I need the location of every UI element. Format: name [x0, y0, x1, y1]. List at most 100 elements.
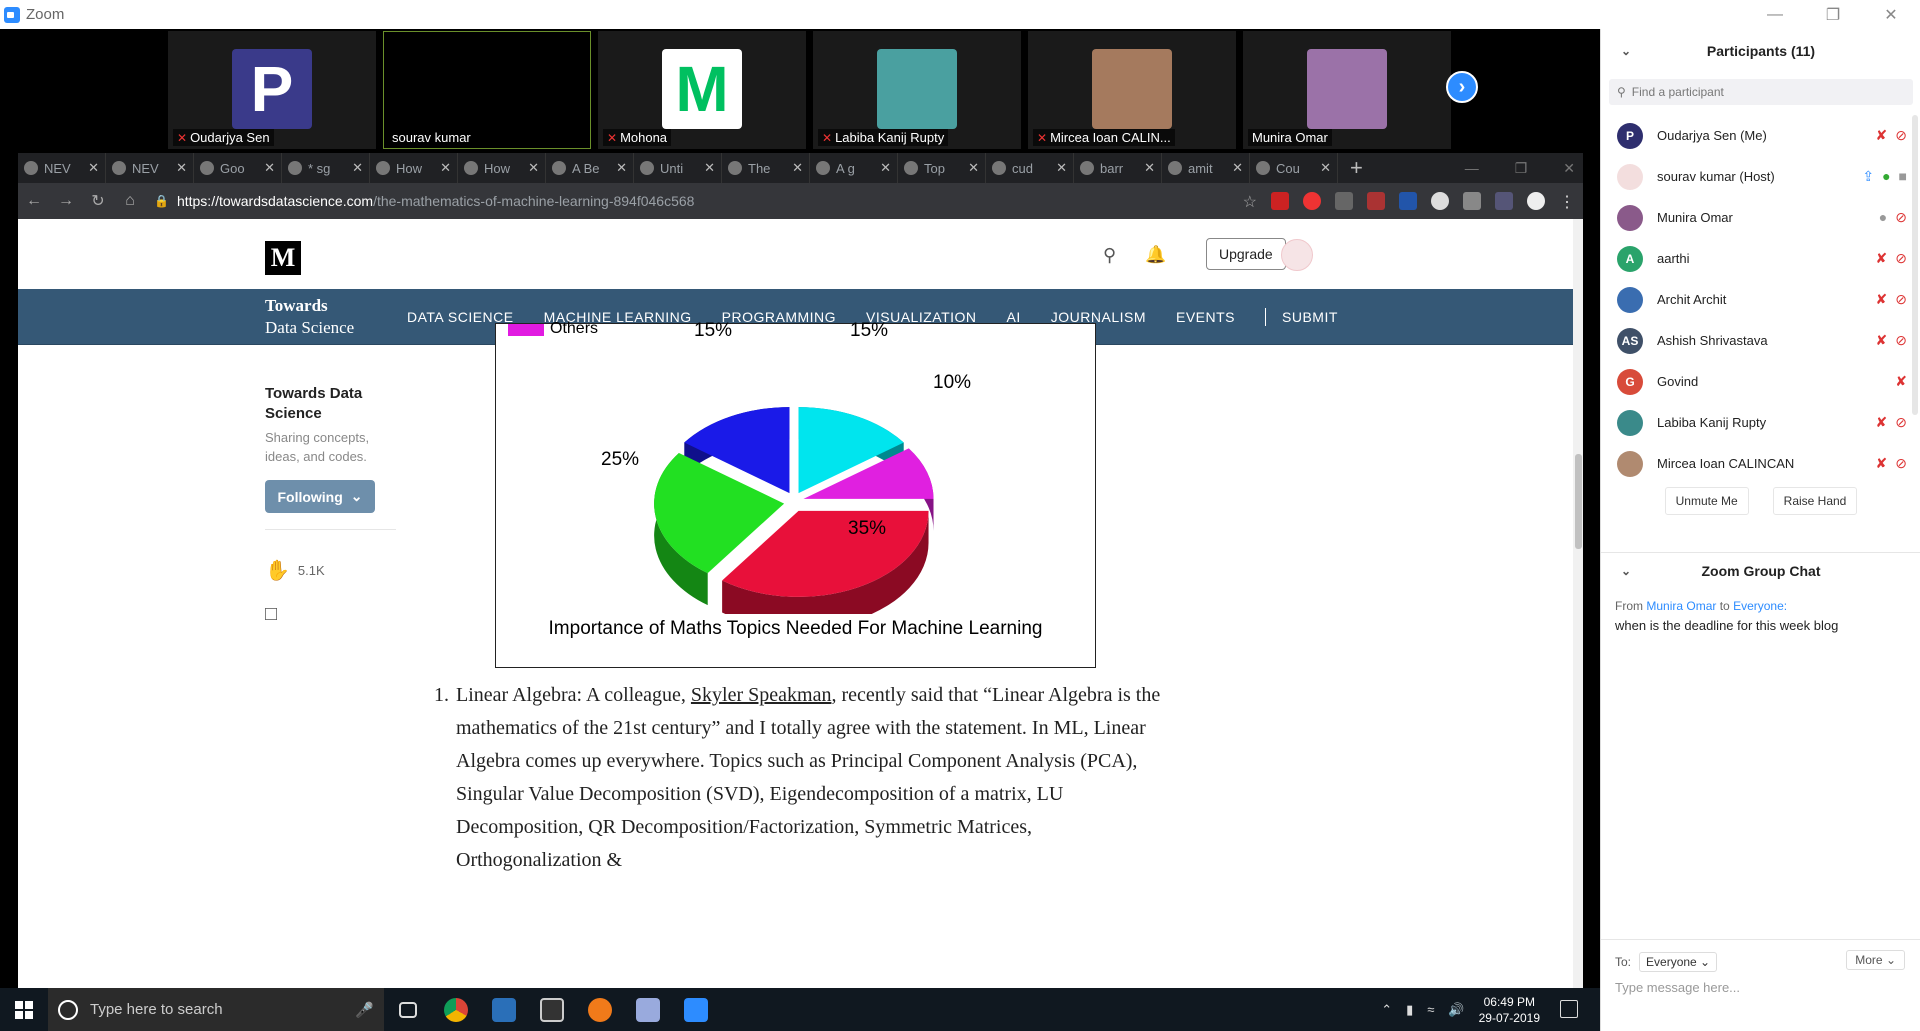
- tray-chevron-icon[interactable]: ⌃: [1381, 1002, 1392, 1018]
- taskbar-search[interactable]: Type here to search 🎤: [48, 988, 384, 1031]
- pdf-ext-icon[interactable]: [1367, 192, 1385, 210]
- following-button[interactable]: Following ⌄: [265, 480, 375, 513]
- publication-brand[interactable]: Towards Data Science: [265, 295, 354, 339]
- bell-icon[interactable]: 🔔: [1145, 245, 1166, 265]
- collapse-chevron-icon[interactable]: ⌄: [1621, 564, 1631, 578]
- profile-icon[interactable]: [1527, 192, 1545, 210]
- medium-ext-icon[interactable]: [1335, 192, 1353, 210]
- video-tile[interactable]: ✕ Mircea Ioan CALIN...: [1028, 31, 1236, 149]
- participant-row[interactable]: Archit Archit ✘ ⊘: [1601, 279, 1911, 320]
- chat-message-input[interactable]: Type message here...: [1615, 980, 1740, 995]
- tab-close-icon[interactable]: ✕: [616, 160, 627, 176]
- chrome-icon[interactable]: [432, 988, 480, 1031]
- participant-row[interactable]: AS Ashish Shrivastava ✘ ⊘: [1601, 320, 1911, 361]
- tab-close-icon[interactable]: ✕: [1056, 160, 1067, 176]
- browser-tab[interactable]: Cou ✕: [1250, 153, 1338, 183]
- participant-row[interactable]: P Oudarjya Sen (Me) ✘ ⊘: [1601, 115, 1911, 156]
- browser-tab[interactable]: Goo ✕: [194, 153, 282, 183]
- video-tile[interactable]: Munira Omar: [1243, 31, 1451, 149]
- app-notes-icon[interactable]: [624, 988, 672, 1031]
- browser-tab[interactable]: The ✕: [722, 153, 810, 183]
- app-orange-icon[interactable]: [576, 988, 624, 1031]
- video-tile[interactable]: P ✕ Oudarjya Sen: [168, 31, 376, 149]
- home-icon[interactable]: ⌂: [114, 192, 146, 210]
- participant-row[interactable]: Labiba Kanij Rupty ✘ ⊘: [1601, 402, 1911, 443]
- participant-scrollbar[interactable]: [1912, 115, 1918, 415]
- task-view-icon[interactable]: [384, 988, 432, 1031]
- notification-icon[interactable]: [1560, 1000, 1578, 1018]
- close-icon[interactable]: ✕: [1862, 0, 1920, 29]
- participant-row[interactable]: Aaarthi ✘ ⊘: [1601, 238, 1911, 279]
- tab-close-icon[interactable]: ✕: [1232, 160, 1243, 176]
- menu-dots-icon[interactable]: ⋮: [1559, 192, 1575, 211]
- browser-tab[interactable]: * sg ✕: [282, 153, 370, 183]
- forward-icon[interactable]: →: [50, 192, 82, 210]
- page-scrollbar[interactable]: [1573, 219, 1583, 988]
- tab-close-icon[interactable]: ✕: [176, 160, 187, 176]
- back-icon[interactable]: ←: [18, 192, 50, 210]
- find-participant-input[interactable]: ⚲ Find a participant: [1609, 79, 1913, 105]
- recipient-select[interactable]: Everyone ⌄: [1639, 952, 1718, 972]
- file-explorer-icon[interactable]: [528, 988, 576, 1031]
- unmute-me-button[interactable]: Unmute Me: [1664, 487, 1749, 515]
- extension-flag-icon[interactable]: [1399, 192, 1417, 210]
- battery-icon[interactable]: ▮: [1406, 1002, 1413, 1018]
- wifi-icon[interactable]: ≈: [1427, 1002, 1434, 1017]
- reload-icon[interactable]: ↻: [82, 191, 114, 211]
- browser-tab[interactable]: NEV ✕: [18, 153, 106, 183]
- browser-tab[interactable]: How ✕: [370, 153, 458, 183]
- tab-close-icon[interactable]: ✕: [264, 160, 275, 176]
- scrollbar-thumb[interactable]: [1575, 454, 1582, 549]
- restore-icon[interactable]: ❐: [1804, 0, 1862, 29]
- tab-close-icon[interactable]: ✕: [792, 160, 803, 176]
- new-tab-icon[interactable]: +: [1350, 155, 1363, 181]
- volume-icon[interactable]: 🔊: [1448, 1002, 1464, 1018]
- start-button[interactable]: [0, 988, 48, 1031]
- minimize-icon[interactable]: —: [1746, 0, 1804, 29]
- restore-icon[interactable]: ❐: [1515, 160, 1528, 177]
- browser-tab[interactable]: A Be ✕: [546, 153, 634, 183]
- avatar[interactable]: [1281, 239, 1313, 271]
- video-tile[interactable]: ✕ Labiba Kanij Rupty: [813, 31, 1021, 149]
- microphone-icon[interactable]: 🎤: [355, 1001, 374, 1019]
- collapse-chevron-icon[interactable]: ⌄: [1621, 44, 1631, 58]
- nav-link[interactable]: SUBMIT: [1282, 309, 1338, 325]
- browser-tab[interactable]: Unti ✕: [634, 153, 722, 183]
- tab-close-icon[interactable]: ✕: [352, 160, 363, 176]
- next-page-arrow-icon[interactable]: ›: [1446, 71, 1478, 103]
- video-tile[interactable]: M ✕ Mohona: [598, 31, 806, 149]
- participant-row[interactable]: G Govind ✘: [1601, 361, 1911, 402]
- extension-circle-icon[interactable]: [1431, 192, 1449, 210]
- extension-shield-icon[interactable]: [1463, 192, 1481, 210]
- star-icon[interactable]: ☆: [1243, 192, 1257, 211]
- minimize-icon[interactable]: —: [1465, 160, 1479, 176]
- browser-tab[interactable]: NEV ✕: [106, 153, 194, 183]
- adblock-icon[interactable]: [1271, 192, 1289, 210]
- tab-close-icon[interactable]: ✕: [88, 160, 99, 176]
- tab-close-icon[interactable]: ✕: [528, 160, 539, 176]
- tab-close-icon[interactable]: ✕: [1320, 160, 1331, 176]
- url-field[interactable]: 🔒 https://towardsdatascience.com/the-mat…: [154, 193, 694, 209]
- participant-row[interactable]: Munira Omar ● ⊘: [1601, 197, 1911, 238]
- sidebar-title[interactable]: Towards Data Science: [265, 384, 405, 424]
- video-tile[interactable]: sourav kumar: [383, 31, 591, 149]
- browser-tab[interactable]: A g ✕: [810, 153, 898, 183]
- tab-close-icon[interactable]: ✕: [440, 160, 451, 176]
- clap-button[interactable]: ✋ 5.1K: [265, 558, 405, 583]
- tab-close-icon[interactable]: ✕: [1144, 160, 1155, 176]
- tab-close-icon[interactable]: ✕: [968, 160, 979, 176]
- author-link[interactable]: Skyler Speakman: [691, 684, 832, 706]
- medium-logo[interactable]: M: [265, 241, 301, 275]
- browser-tab[interactable]: How ✕: [458, 153, 546, 183]
- search-icon[interactable]: ⚲: [1103, 245, 1116, 266]
- raise-hand-button[interactable]: Raise Hand: [1772, 487, 1858, 515]
- tab-close-icon[interactable]: ✕: [704, 160, 715, 176]
- extension-pen-icon[interactable]: [1495, 192, 1513, 210]
- more-button[interactable]: More ⌄: [1846, 950, 1905, 970]
- browser-tab[interactable]: amit ✕: [1162, 153, 1250, 183]
- browser-tab[interactable]: barr ✕: [1074, 153, 1162, 183]
- participant-row[interactable]: sourav kumar (Host) ⇪ ● ■: [1601, 156, 1911, 197]
- upgrade-button[interactable]: Upgrade: [1206, 238, 1286, 270]
- clock[interactable]: 06:49 PM 29-07-2019: [1479, 994, 1540, 1026]
- extension-red-icon[interactable]: [1303, 192, 1321, 210]
